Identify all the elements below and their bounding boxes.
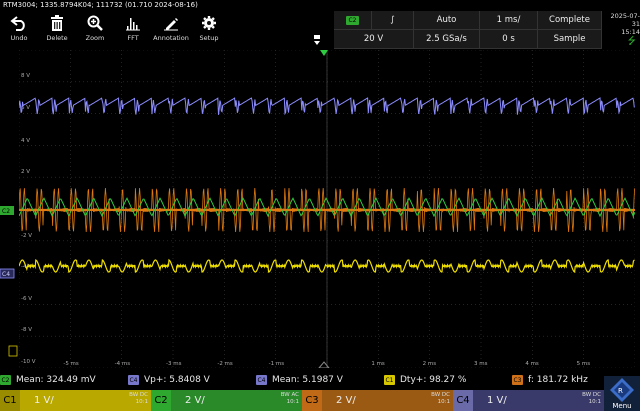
fft-button[interactable]: FFT	[114, 11, 152, 49]
measurement-0[interactable]: C2 Mean: 324.49 mV	[0, 375, 128, 385]
x-tick-label: -2 ms	[217, 361, 233, 367]
annotation-button[interactable]: Annotation	[152, 11, 190, 49]
measurement-bar: C2 Mean: 324.49 mV C4 Vp+: 5.8408 V C4 Mean: …	[0, 372, 640, 388]
undo-icon	[10, 16, 25, 31]
trigger-position-marker	[304, 11, 330, 49]
acq-mode[interactable]: Sample	[538, 30, 602, 49]
measurement-chip: C3	[512, 375, 523, 385]
y-tick-label: -8 V	[21, 327, 32, 333]
x-tick-label: 5 ms	[577, 361, 591, 367]
usb-icon: ⭍	[627, 36, 636, 47]
horizontal-position[interactable]: 0 s	[480, 30, 538, 49]
measurement-3[interactable]: C1 Dty+: 98.27 %	[384, 375, 512, 385]
rs-logo-icon: R	[610, 378, 634, 402]
channel-c3[interactable]: C3 2 V/BW DC 10:1	[302, 390, 453, 411]
setup-button[interactable]: Setup	[190, 11, 228, 49]
measurement-1[interactable]: C4 Vp+: 5.8408 V	[128, 375, 256, 385]
setup-label: Setup	[199, 34, 219, 42]
channel-c2[interactable]: C2 2 V/BW AC 10:1	[151, 390, 302, 411]
measurement-2[interactable]: C4 Mean: 5.1987 V	[256, 375, 384, 385]
channel-scale: 1 V/	[34, 395, 54, 406]
undo-button[interactable]: Undo	[0, 11, 38, 49]
channel-c4[interactable]: C4 1 V/BW DC 10:1	[453, 390, 604, 411]
x-tick-label: -1 ms	[269, 361, 285, 367]
measurement-chip: C4	[256, 375, 267, 385]
time-scale[interactable]: 1 ms/	[480, 11, 538, 30]
channel-coupling: BW DC	[431, 392, 450, 398]
channel-probe-ratio: 10:1	[437, 399, 450, 405]
x-tick-label: 1 ms	[371, 361, 385, 367]
channel-coupling: BW DC	[129, 392, 148, 398]
measurement-value: Mean: 5.1987 V	[272, 375, 343, 385]
waveform-display[interactable]: 8 V6 V4 V2 V -2 V -4 V -6 V -8 V -10 V -5 ms -4…	[18, 49, 636, 369]
undo-label: Undo	[10, 34, 28, 42]
x-tick-label: -5 ms	[63, 361, 79, 367]
y-tick-label: -10 V	[21, 359, 36, 365]
trigger-source[interactable]: C2	[334, 11, 372, 30]
menu-button[interactable]: R Menu	[604, 376, 640, 411]
measurement-value: f: 181.72 kHz	[528, 375, 588, 385]
sample-rate: 2.5 GSa/s	[414, 30, 480, 49]
toolbar: Undo Delete Zoom FFT Annotation Setup	[0, 11, 232, 49]
y-tick-label: 8 V	[21, 73, 30, 79]
channel-number: C3	[302, 390, 322, 411]
y-tick-label: -6 V	[21, 296, 32, 302]
channel-number: C4	[453, 390, 473, 411]
fft-icon	[126, 18, 140, 31]
measurement-chip: C1	[384, 375, 395, 385]
channel-bar: C1 1 V/BW DC 10:1 C2 2 V/BW AC 10:1 C3 2 V/BW D…	[0, 390, 604, 411]
delete-label: Delete	[46, 34, 68, 42]
channel-number: C2	[151, 390, 171, 411]
x-tick-label: -4 ms	[115, 361, 131, 367]
clock-date: 2025-07-31	[610, 12, 640, 28]
svg-text:R: R	[618, 387, 623, 395]
channel-scale: 2 V/	[336, 395, 356, 406]
channel-coupling: BW AC	[280, 392, 299, 398]
zoom-button[interactable]: Zoom	[76, 11, 114, 49]
menu-label: Menu	[612, 402, 632, 410]
y-tick-label: 4 V	[21, 138, 30, 144]
measurement-value: Vp+: 5.8408 V	[144, 375, 210, 385]
acquisition-panel: C2 ∫ Auto 1 ms/ Complete 20 V 2.5 GSa/s …	[334, 11, 602, 49]
annotation-label: Annotation	[153, 34, 189, 42]
channel-scale: 2 V/	[185, 395, 205, 406]
channel-probe-ratio: 10:1	[588, 399, 601, 405]
delete-button[interactable]: Delete	[38, 11, 76, 49]
measurement-chip: C2	[0, 375, 11, 385]
x-tick-label: 4 ms	[525, 361, 539, 367]
measurement-value: Dty+: 98.27 %	[400, 375, 467, 385]
title-bar: RTM3004; 1335.8794K04; 111732 (01.710 20…	[3, 1, 198, 9]
y-tick-label: -2 V	[21, 233, 32, 239]
acq-status: Complete	[538, 11, 602, 30]
x-tick-label: -3 ms	[166, 361, 182, 367]
c4-waveform	[18, 97, 635, 116]
trigger-mode[interactable]: Auto	[414, 11, 480, 30]
marker-c4: C4	[2, 271, 10, 278]
trigger-marker-bottom	[317, 361, 331, 369]
measurement-value: Mean: 324.49 mV	[16, 375, 96, 385]
trash-icon	[51, 15, 63, 31]
gear-icon	[202, 16, 216, 30]
trigger-level[interactable]: 20 V	[334, 30, 414, 49]
channel-number: C1	[0, 390, 20, 411]
fft-label: FFT	[127, 34, 139, 42]
channel-scale: 1 V/	[487, 395, 507, 406]
x-tick-label: 2 ms	[423, 361, 437, 367]
marker-c2: C2	[2, 208, 10, 215]
channel-marker-strip: C2 C4	[0, 50, 19, 368]
channel-c1[interactable]: C1 1 V/BW DC 10:1	[0, 390, 151, 411]
zoom-icon	[87, 15, 103, 31]
y-tick-label: 2 V	[21, 169, 30, 175]
channel-coupling: BW DC	[582, 392, 601, 398]
zoom-label: Zoom	[85, 34, 105, 42]
pencil-icon	[164, 18, 178, 31]
x-tick-label: 3 ms	[474, 361, 488, 367]
channel-probe-ratio: 10:1	[135, 399, 148, 405]
channel-probe-ratio: 10:1	[286, 399, 299, 405]
trigger-slope[interactable]: ∫	[372, 11, 414, 30]
measurement-chip: C4	[128, 375, 139, 385]
